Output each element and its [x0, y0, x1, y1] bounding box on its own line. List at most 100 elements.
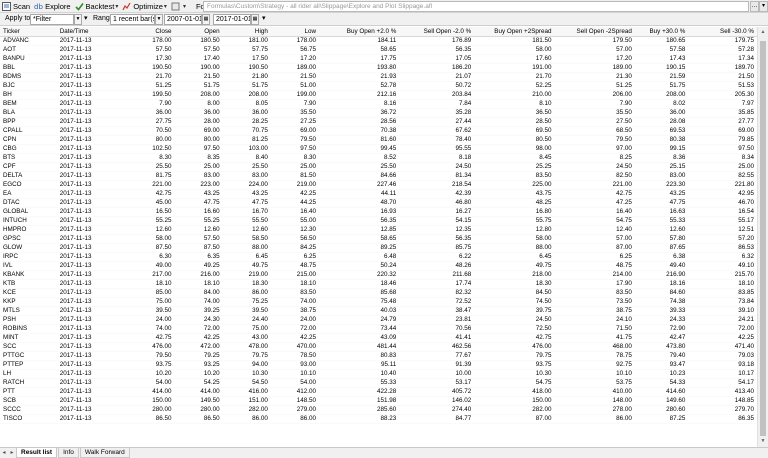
- table-row[interactable]: KBANK 2017-11-13 217.00 216.00 219.00 215.00 2…: [0, 270, 757, 280]
- table-row[interactable]: KTB 2017-11-13 18.10 18.10 18.30 18.10 18.46 17…: [0, 279, 757, 289]
- table-cell: 24.50: [399, 162, 475, 172]
- table-cell: 69.53: [634, 126, 689, 136]
- table-row[interactable]: TISCO 2017-11-13 86.50 86.50 86.00 86.00 88.23…: [0, 414, 757, 424]
- table-cell: 25.15: [634, 162, 689, 172]
- ticker-cell: SCCC: [0, 405, 57, 415]
- table-row[interactable]: KCE 2017-11-13 85.00 84.00 86.00 83.50 85.68 82…: [0, 288, 757, 298]
- backtest-dropdown-icon[interactable]: ▾: [115, 3, 118, 10]
- table-cell: 75.25: [222, 297, 271, 307]
- scan-button[interactable]: Scan: [0, 0, 32, 12]
- table-row[interactable]: MINT 2017-11-13 42.75 42.25 43.00 42.25 43.09 4…: [0, 333, 757, 343]
- table-row[interactable]: BPP 2017-11-13 27.75 28.00 28.25 27.25 28.56 27…: [0, 117, 757, 127]
- formula-menu-button[interactable]: ▾: [759, 1, 768, 12]
- table-row[interactable]: CPN 2017-11-13 80.00 80.00 81.25 79.50 81.60 78…: [0, 135, 757, 145]
- column-header[interactable]: Low: [270, 27, 320, 37]
- column-header[interactable]: Sell -30.0 %: [688, 27, 757, 37]
- table-cell: 58.65: [319, 234, 400, 244]
- table-row[interactable]: SCCC 2017-11-13 280.00 280.00 282.00 279.00 28…: [0, 405, 757, 415]
- table-row[interactable]: BEM 2017-11-13 7.90 8.00 8.05 7.90 8.16 7.84 8.1…: [0, 99, 757, 109]
- date-from-calendar-icon[interactable]: ▦: [202, 14, 210, 25]
- tab-info[interactable]: Info: [58, 448, 79, 458]
- date-from-field[interactable]: 2007-01-01: [164, 14, 202, 25]
- range-select[interactable]: 1 recent bar(s): [110, 14, 155, 25]
- table-row[interactable]: BLA 2017-11-13 36.00 36.00 36.00 35.50 36.72 35…: [0, 108, 757, 118]
- table-row[interactable]: ROBINS 2017-11-13 74.00 72.00 75.00 72.00 73.4…: [0, 324, 757, 334]
- table-row[interactable]: PTTEP 2017-11-13 93.75 93.25 94.00 93.00 95.11…: [0, 360, 757, 370]
- scroll-down-icon[interactable]: ▼: [758, 436, 768, 446]
- table-row[interactable]: BTS 2017-11-13 8.30 8.35 8.40 8.30 8.52 8.18 8.4…: [0, 153, 757, 163]
- formula-browse-button[interactable]: …: [750, 1, 759, 12]
- table-row[interactable]: GLOBAL 2017-11-13 16.50 16.60 16.70 16.40 16.9…: [0, 207, 757, 217]
- table-cell: 57.58: [634, 45, 689, 55]
- more-tools-dropdown-icon[interactable]: ▾: [183, 3, 186, 10]
- table-row[interactable]: KKP 2017-11-13 75.00 74.00 75.25 74.00 75.48 72…: [0, 297, 757, 307]
- column-header[interactable]: Date/Time: [56, 27, 121, 37]
- filter-settings-icon[interactable]: ▾: [84, 14, 88, 25]
- table-row[interactable]: IVL 2017-11-13 49.00 49.25 49.75 48.75 50.24 48…: [0, 261, 757, 271]
- optimize-dropdown-icon[interactable]: ▾: [164, 3, 167, 10]
- date-to-calendar-icon[interactable]: ▦: [251, 14, 259, 25]
- tab-result-list[interactable]: Result list: [16, 448, 58, 458]
- table-cell: 69.00: [270, 126, 320, 136]
- table-row[interactable]: BH 2017-11-13 199.50 208.00 208.00 199.00 212.…: [0, 90, 757, 100]
- column-header[interactable]: Open: [174, 27, 223, 37]
- table-row[interactable]: IRPC 2017-11-13 6.30 6.35 6.45 6.25 6.48 6.22 6.…: [0, 252, 757, 262]
- more-tools-button[interactable]: ▾: [169, 0, 188, 12]
- table-row[interactable]: RATCH 2017-11-13 54.00 54.25 54.50 54.00 55.33…: [0, 378, 757, 388]
- date-to-field[interactable]: 2017-01-01: [213, 14, 251, 25]
- table-row[interactable]: EA 2017-11-13 42.75 43.25 43.25 42.25 44.11 42.…: [0, 189, 757, 199]
- table-row[interactable]: BANPU 2017-11-13 17.30 17.40 17.50 17.20 17.75…: [0, 54, 757, 64]
- table-row[interactable]: CPF 2017-11-13 25.50 25.00 25.50 25.00 25.50 24…: [0, 162, 757, 172]
- optimize-button[interactable]: Optimize ▾: [120, 0, 169, 12]
- column-header[interactable]: Sell Open -2.0 %: [399, 27, 475, 37]
- date-options-dropdown-icon[interactable]: ▾: [262, 14, 266, 25]
- table-row[interactable]: BJC 2017-11-13 51.25 51.75 51.75 51.00 52.78 50…: [0, 81, 757, 91]
- table-row[interactable]: SCC 2017-11-13 476.00 472.00 478.00 470.00 481…: [0, 342, 757, 352]
- column-header[interactable]: Buy Open +2.0 %: [319, 27, 400, 37]
- scroll-up-icon[interactable]: ▲: [758, 27, 768, 37]
- table-cell: 181.50: [474, 36, 555, 46]
- table-row[interactable]: AOT 2017-11-13 57.50 57.50 57.75 56.75 58.65 56…: [0, 45, 757, 55]
- table-row[interactable]: DELTA 2017-11-13 81.75 83.00 83.00 81.50 84.66…: [0, 171, 757, 181]
- table-row[interactable]: CBG 2017-11-13 102.50 97.50 103.00 97.50 99.45…: [0, 144, 757, 154]
- table-row[interactable]: BBL 2017-11-13 190.50 190.00 190.50 189.00 193…: [0, 63, 757, 73]
- table-row[interactable]: EGCO 2017-11-13 221.00 223.00 224.00 219.00 22…: [0, 180, 757, 190]
- table-row[interactable]: INTUCH 2017-11-13 55.25 55.25 55.50 55.00 56.3…: [0, 216, 757, 226]
- table-cell: 83.50: [554, 288, 635, 298]
- table-row[interactable]: BDMS 2017-11-13 21.70 21.50 21.80 21.50 21.93 2…: [0, 72, 757, 82]
- table-row[interactable]: LH 2017-11-13 10.20 10.20 10.30 10.10 10.40 10.…: [0, 369, 757, 379]
- table-row[interactable]: DTAC 2017-11-13 45.00 47.75 47.75 44.25 48.70 4…: [0, 198, 757, 208]
- explore-button[interactable]: db Explore: [32, 0, 72, 12]
- column-header[interactable]: Ticker: [0, 27, 57, 37]
- column-header[interactable]: Sell Open -2Spread: [554, 27, 635, 37]
- scrollbar-thumb[interactable]: [760, 41, 766, 436]
- table-row[interactable]: PTTGC 2017-11-13 79.50 79.25 79.75 78.50 80.83…: [0, 351, 757, 361]
- table-row[interactable]: HMPRO 2017-11-13 12.60 12.60 12.60 12.30 12.85…: [0, 225, 757, 235]
- table-row[interactable]: MTLS 2017-11-13 39.50 39.25 39.50 38.75 40.03 3…: [0, 306, 757, 316]
- table-row[interactable]: ADVANC 2017-11-13 178.00 180.50 181.00 178.00…: [0, 36, 757, 46]
- tab-next-icon[interactable]: ▸: [8, 448, 16, 458]
- column-header[interactable]: Buy Open +2Spread: [474, 27, 555, 37]
- tab-walk-forward[interactable]: Walk Forward: [79, 448, 130, 458]
- table-row[interactable]: PTT 2017-11-13 414.00 414.00 416.00 412.00 422…: [0, 387, 757, 397]
- tools-icon: [171, 2, 180, 11]
- apply-to-dropdown-icon[interactable]: ▼: [74, 14, 82, 25]
- vertical-scrollbar[interactable]: ▲ ▼: [757, 27, 768, 447]
- table-row[interactable]: GPSC 2017-11-13 58.00 57.50 58.50 56.50 58.65 5…: [0, 234, 757, 244]
- backtest-button[interactable]: Backtest ▾: [73, 0, 121, 12]
- tab-prev-icon[interactable]: ◂: [0, 448, 8, 458]
- range-dropdown-icon[interactable]: ▼: [155, 14, 163, 25]
- column-header[interactable]: Buy +30.0 %: [634, 27, 689, 37]
- apply-to-select[interactable]: *Filter: [30, 14, 74, 25]
- results-grid[interactable]: Ticker Date/Time Close Open High Low Buy Open …: [0, 27, 757, 447]
- table-cell: 6.48: [319, 252, 400, 262]
- formula-path-field[interactable]: Formulas\Custom\Strategy - all rider all…: [203, 1, 749, 12]
- column-header[interactable]: Close: [120, 27, 175, 37]
- table-row[interactable]: GLOW 2017-11-13 87.50 87.50 88.00 84.25 89.25 8…: [0, 243, 757, 253]
- column-header[interactable]: High: [222, 27, 271, 37]
- table-row[interactable]: CPALL 2017-11-13 70.50 69.00 70.75 69.00 70.38…: [0, 126, 757, 136]
- table-row[interactable]: SCB 2017-11-13 150.00 149.50 151.00 148.50 151…: [0, 396, 757, 406]
- table-row[interactable]: PSH 2017-11-13 24.00 24.30 24.40 24.00 24.79 23…: [0, 315, 757, 325]
- table-cell: 72.00: [270, 324, 320, 334]
- table-cell: 84.25: [270, 243, 320, 253]
